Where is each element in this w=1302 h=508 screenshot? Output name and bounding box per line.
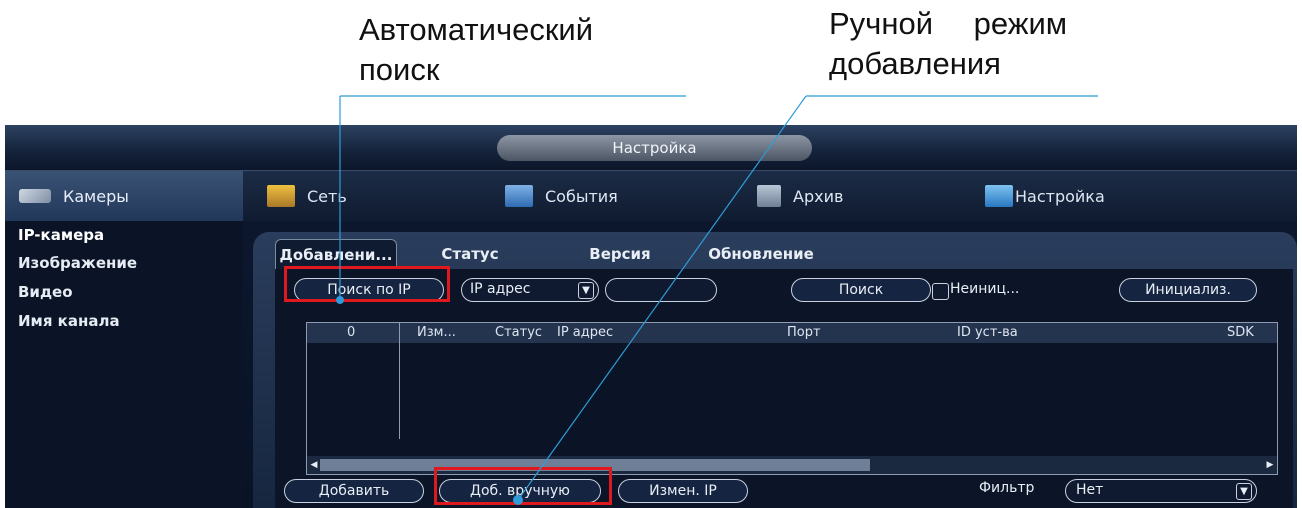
- ip-address-input[interactable]: [605, 278, 717, 302]
- col-edit: Изм...: [417, 325, 456, 340]
- col-status: Статус: [495, 325, 543, 340]
- add-button[interactable]: Добавить: [284, 479, 424, 503]
- sidebar-item-video[interactable]: Видео: [18, 283, 73, 301]
- top-nav: Камеры Сеть События Архив Настройка: [5, 170, 1297, 221]
- table-header: 0 Изм... Статус IP адрес Порт ID уст-ва …: [307, 323, 1277, 343]
- highlight-add-manually: [434, 467, 612, 505]
- nav-archive[interactable]: Архив: [757, 171, 843, 221]
- nav-cameras[interactable]: Камеры: [5, 171, 243, 221]
- title-bar: Настройка: [5, 125, 1297, 170]
- annotation-auto-search-line1: Автоматический: [359, 12, 594, 47]
- sidebar-item-channel-name[interactable]: Имя канала: [18, 312, 120, 330]
- uninit-label: Неиниц...: [950, 281, 1020, 297]
- col-port: Порт: [787, 325, 821, 340]
- search-button[interactable]: Поиск: [791, 278, 931, 302]
- annotation-manual-add-line1: Ручной режим: [829, 6, 1068, 41]
- tab-version[interactable]: Версия: [555, 239, 685, 269]
- archive-icon: [757, 185, 781, 207]
- uninit-checkbox[interactable]: [932, 283, 949, 300]
- tab-update[interactable]: Обновление: [701, 239, 821, 269]
- camera-icon: [19, 189, 51, 203]
- nav-events-label: События: [545, 186, 618, 206]
- annotation-manual-add-line2: добавления: [829, 46, 1001, 81]
- tab-status[interactable]: Статус: [415, 239, 525, 269]
- col-device-id: ID уст-ва: [957, 325, 1018, 340]
- scroll-left-icon[interactable]: ◀: [309, 458, 319, 472]
- nav-settings[interactable]: Настройка: [985, 171, 1105, 221]
- nav-archive-label: Архив: [793, 186, 844, 206]
- sidebar-item-image[interactable]: Изображение: [18, 254, 137, 272]
- device-table: 0 Изм... Статус IP адрес Порт ID уст-ва …: [306, 322, 1278, 475]
- annotation-auto-search: Автоматический поиск: [359, 10, 679, 90]
- table-divider: [399, 323, 400, 439]
- settings-icon: [985, 185, 1013, 207]
- sidebar: IP-камера Изображение Видео Имя канала: [5, 221, 243, 508]
- filter-label: Фильтр: [979, 480, 1035, 496]
- chevron-down-icon: ▼: [578, 282, 594, 299]
- ip-type-select-value: IP адрес: [470, 281, 531, 297]
- scroll-right-icon[interactable]: ▶: [1265, 458, 1275, 472]
- network-icon: [267, 185, 295, 207]
- dvr-settings-window: Настройка Камеры Сеть События Архив Наст…: [5, 125, 1297, 508]
- annotation-auto-search-line2: поиск: [359, 52, 440, 87]
- initialize-button[interactable]: Инициализ.: [1119, 278, 1257, 302]
- table-count: 0: [347, 325, 356, 340]
- chevron-down-icon: ▼: [1236, 483, 1252, 500]
- nav-network[interactable]: Сеть: [267, 171, 347, 221]
- nav-cameras-label: Камеры: [63, 186, 129, 206]
- nav-network-label: Сеть: [307, 186, 347, 206]
- window-title: Настройка: [497, 135, 812, 161]
- filter-select-value: Нет: [1076, 482, 1104, 498]
- col-ip-address: IP адрес: [557, 325, 614, 340]
- nav-settings-label: Настройка: [1015, 186, 1105, 206]
- change-ip-button[interactable]: Измен. IP: [618, 479, 748, 503]
- nav-events[interactable]: События: [505, 171, 618, 221]
- sidebar-item-ip-camera[interactable]: IP-камера: [18, 226, 104, 244]
- filter-select[interactable]: Нет ▼: [1065, 479, 1257, 503]
- annotation-manual-add: Ручной режим добавления: [829, 4, 1109, 84]
- col-sdk: SDK: [1227, 325, 1254, 340]
- ip-type-select[interactable]: IP адрес ▼: [461, 278, 599, 302]
- device-panel: Поиск по IP IP адрес ▼ Поиск Неиниц... И…: [275, 269, 1293, 508]
- highlight-search-by-ip: [284, 266, 450, 302]
- events-icon: [505, 185, 533, 207]
